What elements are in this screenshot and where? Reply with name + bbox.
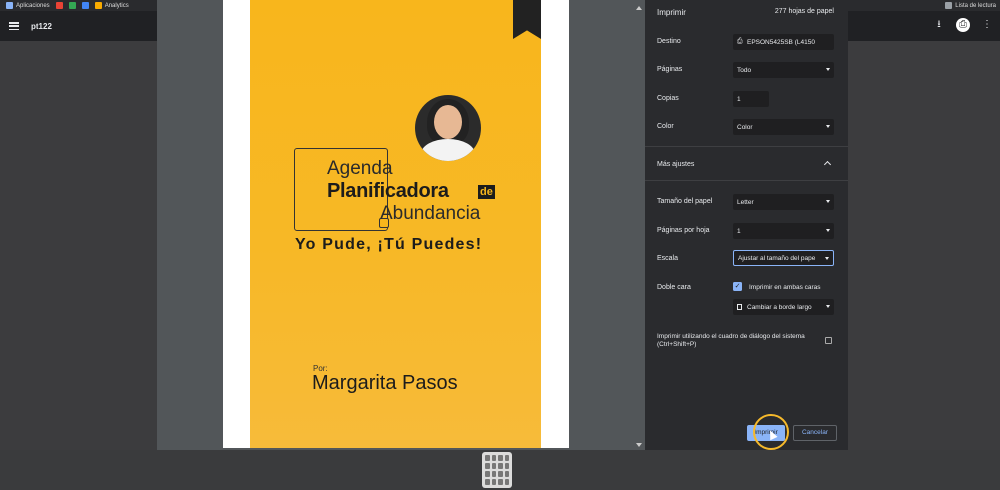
keypad-icon[interactable]	[482, 452, 512, 488]
chevron-down-icon	[826, 68, 830, 71]
reading-list-label: Lista de lectura	[955, 2, 996, 9]
copies-input[interactable]: 1	[733, 91, 769, 107]
printer-icon: ⎙	[737, 38, 743, 45]
cover-title-line3: Abundancia	[380, 203, 481, 224]
duplex-checkbox-label[interactable]: Imprimir en ambas caras	[749, 284, 821, 291]
paper-size-select[interactable]: Letter	[733, 194, 834, 210]
chevron-down-icon	[826, 305, 830, 308]
destination-label: Destino	[657, 38, 681, 45]
book-cover: Agenda Planificadora de Abundancia Yo Pu…	[250, 0, 541, 448]
chevron-down-icon	[825, 257, 829, 260]
paper-size-value: Letter	[737, 198, 754, 206]
paper-size-label: Tamaño del papel	[657, 198, 713, 205]
scale-label: Escala	[657, 255, 679, 262]
duplex-label: Doble cara	[657, 284, 691, 291]
sheet-count: 277 hojas de papel	[774, 8, 834, 15]
destination-select[interactable]: ⎙ EPSON5425SB (L4150	[733, 34, 834, 50]
reading-list-icon	[945, 2, 953, 9]
pages-per-sheet-select[interactable]: 1	[733, 223, 834, 239]
bookmark-gmail[interactable]	[55, 2, 63, 9]
divider	[645, 146, 848, 147]
scale-value: Ajustar al tamaño del pape	[738, 254, 816, 262]
viewer-background	[848, 41, 1000, 450]
pages-per-sheet-label: Páginas por hoja	[657, 227, 710, 234]
chevron-down-icon	[826, 200, 830, 203]
chevron-down-icon	[826, 125, 830, 128]
scale-select[interactable]: Ajustar al tamaño del pape	[733, 250, 834, 266]
menu-icon[interactable]	[9, 22, 19, 30]
drive-icon	[68, 2, 76, 9]
copies-label: Copias	[657, 95, 679, 102]
divider	[645, 180, 848, 181]
preview-scrollbar[interactable]	[635, 0, 643, 450]
cover-author: Margarita Pasos	[312, 372, 458, 394]
more-settings-toggle[interactable]: Más ajustes	[657, 161, 694, 168]
cover-title-line1: Agenda	[327, 158, 393, 179]
chevron-down-icon	[826, 229, 830, 232]
document-title: pt122	[31, 21, 52, 31]
bookmark-docs[interactable]	[81, 2, 89, 9]
apps-grid-icon	[6, 2, 13, 9]
duplex-flip-value: Cambiar a borde largo	[747, 303, 812, 311]
system-dialog-link[interactable]: Imprimir utilizando el cuadro de diálogo…	[657, 333, 822, 349]
print-settings-panel: Imprimir 277 hojas de papel Destino ⎙ EP…	[645, 0, 848, 450]
pages-per-sheet-value: 1	[737, 227, 741, 235]
cover-slogan: Yo Pude, ¡Tú Puedes!	[295, 236, 483, 253]
open-external-icon[interactable]	[825, 337, 832, 344]
author-photo	[415, 95, 481, 161]
reading-list[interactable]: Lista de lectura	[945, 2, 996, 9]
bookmark-analytics[interactable]: Analytics	[94, 2, 129, 9]
bookmark-apps[interactable]: Aplicaciones	[6, 2, 50, 9]
scroll-down-icon[interactable]	[636, 443, 642, 447]
bookmark-apps-label: Aplicaciones	[16, 2, 50, 9]
scroll-up-icon[interactable]	[636, 6, 642, 10]
flip-edge-icon	[737, 304, 742, 310]
color-label: Color	[657, 123, 674, 130]
gmail-icon	[55, 2, 63, 9]
analytics-icon	[94, 2, 102, 9]
print-preview[interactable]: Agenda Planificadora de Abundancia Yo Pu…	[157, 0, 645, 450]
print-title: Imprimir	[657, 8, 686, 17]
cover-title-line2: Planificadora	[327, 180, 449, 202]
duplex-checkbox[interactable]: ✓	[733, 282, 742, 291]
duplex-flip-select[interactable]: Cambiar a borde largo	[733, 299, 834, 315]
pages-select[interactable]: Todo	[733, 62, 834, 78]
pages-value: Todo	[737, 66, 752, 74]
pages-label: Páginas	[657, 66, 683, 73]
more-options-icon[interactable]: ⋮	[980, 18, 994, 32]
copies-value: 1	[737, 95, 741, 103]
color-select[interactable]: Color	[733, 119, 834, 135]
docs-icon	[81, 2, 89, 9]
download-icon[interactable]: ⭳	[932, 18, 946, 32]
preview-page: Agenda Planificadora de Abundancia Yo Pu…	[223, 0, 569, 448]
destination-value: EPSON5425SB (L4150	[747, 38, 815, 46]
bookmark-analytics-label: Analytics	[104, 2, 129, 9]
cancel-button[interactable]: Cancelar	[793, 425, 837, 441]
bookmark-drive[interactable]	[68, 2, 76, 9]
print-icon[interactable]: ⎙	[956, 18, 970, 32]
cover-title-suffix: de	[478, 185, 495, 199]
color-value: Color	[737, 123, 753, 131]
ribbon-icon	[513, 0, 541, 39]
chevron-up-icon[interactable]	[823, 160, 832, 169]
